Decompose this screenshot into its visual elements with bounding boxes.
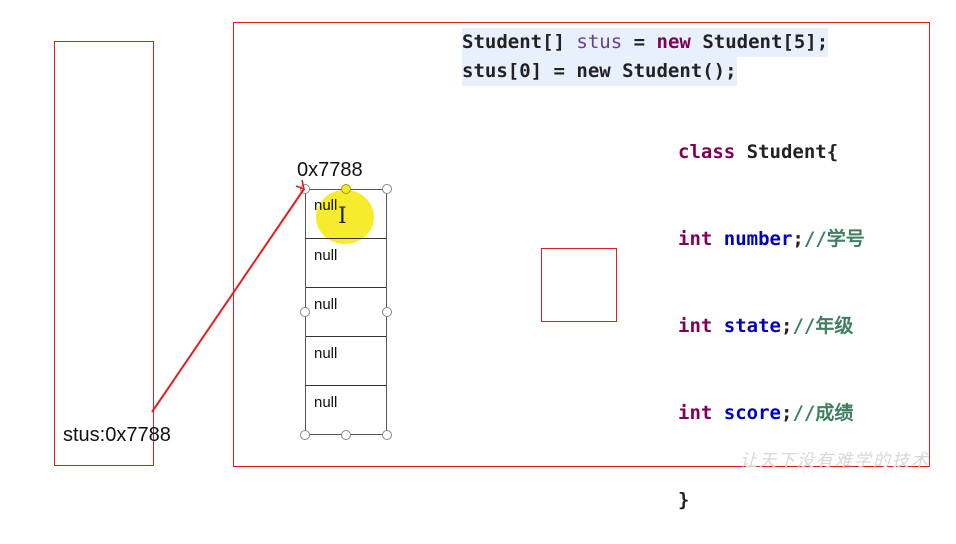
reference-arrow: [151, 179, 306, 413]
watermark: 让天下没有难学的技术: [740, 451, 930, 471]
class-close-brace: }: [678, 489, 690, 511]
stack-variable-label: stus:0x7788: [63, 424, 171, 446]
